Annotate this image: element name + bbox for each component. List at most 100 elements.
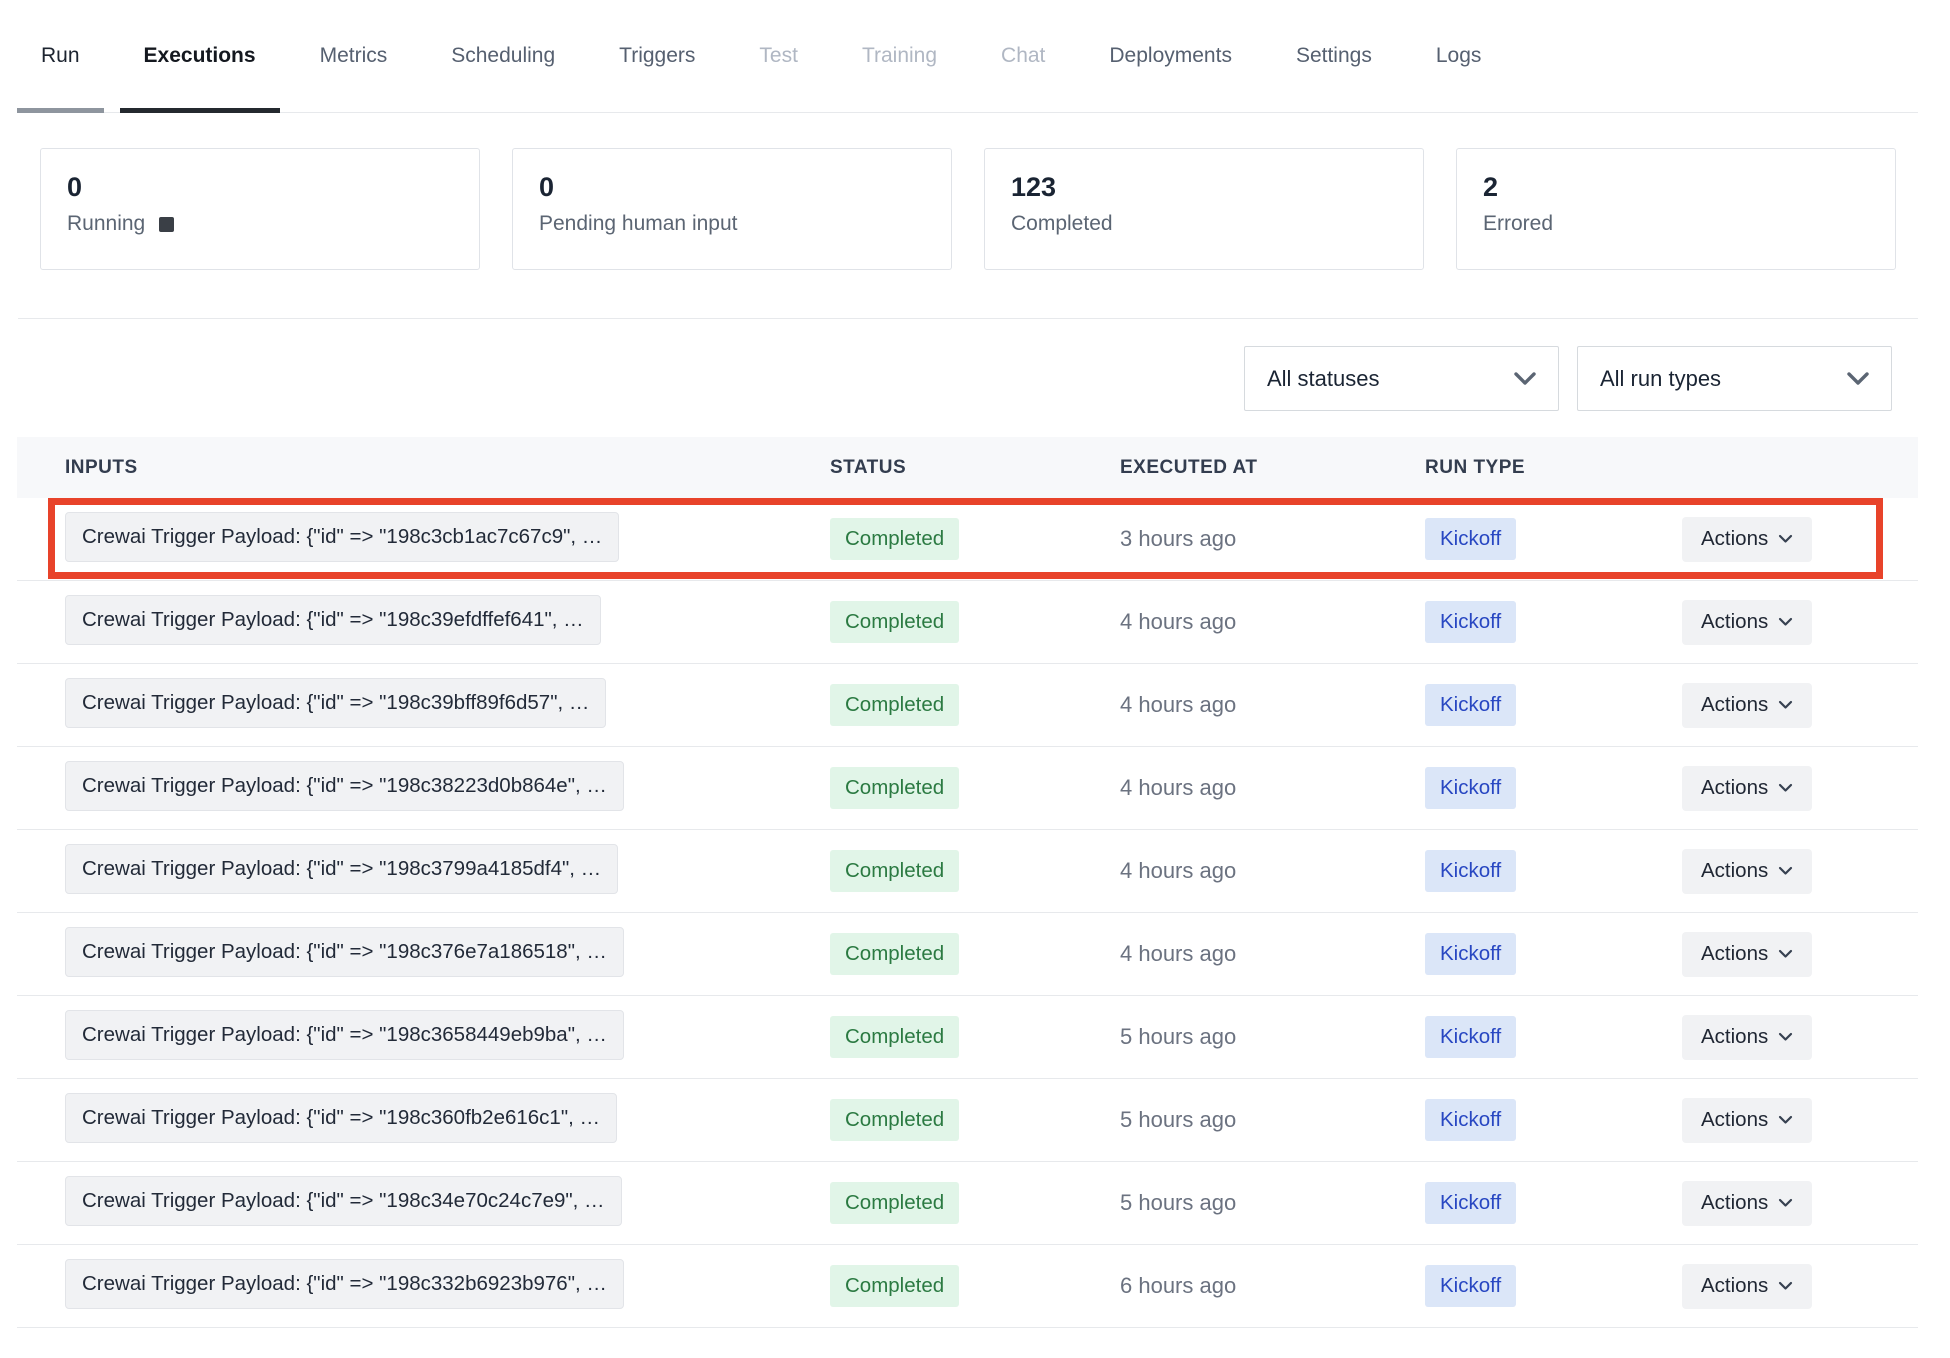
table-row: Crewai Trigger Payload: {"id" => "198c36…	[17, 1079, 1918, 1162]
actions-button[interactable]: Actions	[1682, 932, 1812, 977]
table-row: Crewai Trigger Payload: {"id" => "198c3c…	[17, 498, 1918, 581]
stat-card: 0 Running	[40, 148, 480, 270]
actions-button[interactable]: Actions	[1682, 1098, 1812, 1143]
chevron-down-icon	[1778, 866, 1793, 876]
stat-value: 0	[539, 171, 925, 203]
status-badge: Completed	[830, 933, 959, 975]
status-filter-value: All statuses	[1267, 366, 1514, 392]
actions-button-label: Actions	[1701, 610, 1768, 634]
actions-button-label: Actions	[1701, 1108, 1768, 1132]
table-row: Crewai Trigger Payload: {"id" => "198c36…	[17, 996, 1918, 1079]
chevron-down-icon	[1778, 1281, 1793, 1291]
status-badge: Completed	[830, 850, 959, 892]
chevron-down-icon	[1778, 1032, 1793, 1042]
stat-value: 0	[67, 171, 453, 203]
section-divider	[18, 318, 1918, 319]
actions-button[interactable]: Actions	[1682, 1181, 1812, 1226]
actions-button[interactable]: Actions	[1682, 766, 1812, 811]
actions-button-label: Actions	[1701, 693, 1768, 717]
execution-input-chip[interactable]: Crewai Trigger Payload: {"id" => "198c39…	[65, 678, 606, 728]
stat-value: 2	[1483, 171, 1869, 203]
status-badge: Completed	[830, 1265, 959, 1307]
column-header-executed-at: EXECUTED AT	[1120, 457, 1425, 479]
executed-at-text: 4 hours ago	[1120, 775, 1425, 801]
stat-label: Completed	[1011, 212, 1113, 236]
execution-input-chip[interactable]: Crewai Trigger Payload: {"id" => "198c39…	[65, 595, 601, 645]
run-type-badge: Kickoff	[1425, 850, 1516, 892]
executed-at-text: 5 hours ago	[1120, 1107, 1425, 1133]
run-type-badge: Kickoff	[1425, 601, 1516, 643]
tab-executions[interactable]: Executions	[120, 0, 280, 112]
actions-button-label: Actions	[1701, 1191, 1768, 1215]
actions-button-label: Actions	[1701, 1025, 1768, 1049]
tab-test[interactable]: Test	[735, 0, 822, 112]
execution-input-chip[interactable]: Crewai Trigger Payload: {"id" => "198c38…	[65, 761, 624, 811]
execution-input-chip[interactable]: Crewai Trigger Payload: {"id" => "198c3c…	[65, 512, 619, 562]
stat-label: Errored	[1483, 212, 1553, 236]
column-header-inputs: INPUTS	[65, 457, 830, 479]
tab-settings[interactable]: Settings	[1272, 0, 1396, 112]
tab-deployments[interactable]: Deployments	[1085, 0, 1256, 112]
tab-training[interactable]: Training	[838, 0, 961, 112]
nav-tab-label: Test	[759, 44, 798, 68]
execution-input-chip[interactable]: Crewai Trigger Payload: {"id" => "198c34…	[65, 1176, 622, 1226]
execution-input-chip[interactable]: Crewai Trigger Payload: {"id" => "198c36…	[65, 1093, 617, 1143]
tab-scheduling[interactable]: Scheduling	[427, 0, 579, 112]
tab-triggers[interactable]: Triggers	[595, 0, 719, 112]
stats-row: 0 Running 0 Pending human input 123 Comp…	[40, 148, 1896, 270]
stat-card: 123 Completed	[984, 148, 1424, 270]
actions-button-label: Actions	[1701, 776, 1768, 800]
status-badge: Completed	[830, 767, 959, 809]
execution-input-chip[interactable]: Crewai Trigger Payload: {"id" => "198c37…	[65, 927, 624, 977]
status-badge: Completed	[830, 601, 959, 643]
tab-metrics[interactable]: Metrics	[296, 0, 412, 112]
column-header-status: STATUS	[830, 457, 1120, 479]
chevron-down-icon	[1778, 617, 1793, 627]
stat-label: Running	[67, 212, 145, 236]
run-type-badge: Kickoff	[1425, 767, 1516, 809]
nav-tab-label: Scheduling	[451, 44, 555, 68]
tab-run[interactable]: Run	[17, 0, 104, 112]
column-header-run-type: RUN TYPE	[1425, 457, 1660, 479]
executed-at-text: 4 hours ago	[1120, 941, 1425, 967]
nav-tab-label: Run	[41, 44, 80, 68]
table-row: Crewai Trigger Payload: {"id" => "198c39…	[17, 664, 1918, 747]
table-header-row: INPUTS STATUS EXECUTED AT RUN TYPE	[17, 437, 1918, 498]
executions-table: INPUTS STATUS EXECUTED AT RUN TYPE Crewa…	[17, 437, 1918, 1328]
nav-tab-label: Executions	[144, 44, 256, 68]
stat-card: 2 Errored	[1456, 148, 1896, 270]
execution-input-chip[interactable]: Crewai Trigger Payload: {"id" => "198c37…	[65, 844, 618, 894]
chevron-down-icon	[1778, 783, 1793, 793]
run-type-filter-select[interactable]: All run types	[1577, 346, 1892, 411]
actions-button[interactable]: Actions	[1682, 1264, 1812, 1309]
actions-button[interactable]: Actions	[1682, 600, 1812, 645]
execution-input-chip[interactable]: Crewai Trigger Payload: {"id" => "198c33…	[65, 1259, 624, 1309]
chevron-down-icon	[1778, 1198, 1793, 1208]
status-badge: Completed	[830, 1016, 959, 1058]
actions-button-label: Actions	[1701, 1274, 1768, 1298]
actions-button[interactable]: Actions	[1682, 517, 1812, 562]
table-row: Crewai Trigger Payload: {"id" => "198c33…	[17, 1245, 1918, 1328]
status-badge: Completed	[830, 1182, 959, 1224]
nav-tab-label: Deployments	[1109, 44, 1232, 68]
executed-at-text: 5 hours ago	[1120, 1024, 1425, 1050]
nav-tab-label: Triggers	[619, 44, 695, 68]
tab-chat[interactable]: Chat	[977, 0, 1069, 112]
nav-tab-label: Chat	[1001, 44, 1045, 68]
stat-label: Pending human input	[539, 212, 738, 236]
status-filter-select[interactable]: All statuses	[1244, 346, 1559, 411]
status-badge: Completed	[830, 518, 959, 560]
table-row: Crewai Trigger Payload: {"id" => "198c37…	[17, 830, 1918, 913]
actions-button[interactable]: Actions	[1682, 849, 1812, 894]
run-type-badge: Kickoff	[1425, 933, 1516, 975]
tab-logs[interactable]: Logs	[1412, 0, 1506, 112]
table-row: Crewai Trigger Payload: {"id" => "198c39…	[17, 581, 1918, 664]
stat-card: 0 Pending human input	[512, 148, 952, 270]
execution-input-chip[interactable]: Crewai Trigger Payload: {"id" => "198c36…	[65, 1010, 624, 1060]
actions-button[interactable]: Actions	[1682, 1015, 1812, 1060]
actions-button[interactable]: Actions	[1682, 683, 1812, 728]
run-type-badge: Kickoff	[1425, 1265, 1516, 1307]
run-type-badge: Kickoff	[1425, 518, 1516, 560]
chevron-down-icon	[1847, 372, 1869, 386]
chevron-down-icon	[1514, 372, 1536, 386]
